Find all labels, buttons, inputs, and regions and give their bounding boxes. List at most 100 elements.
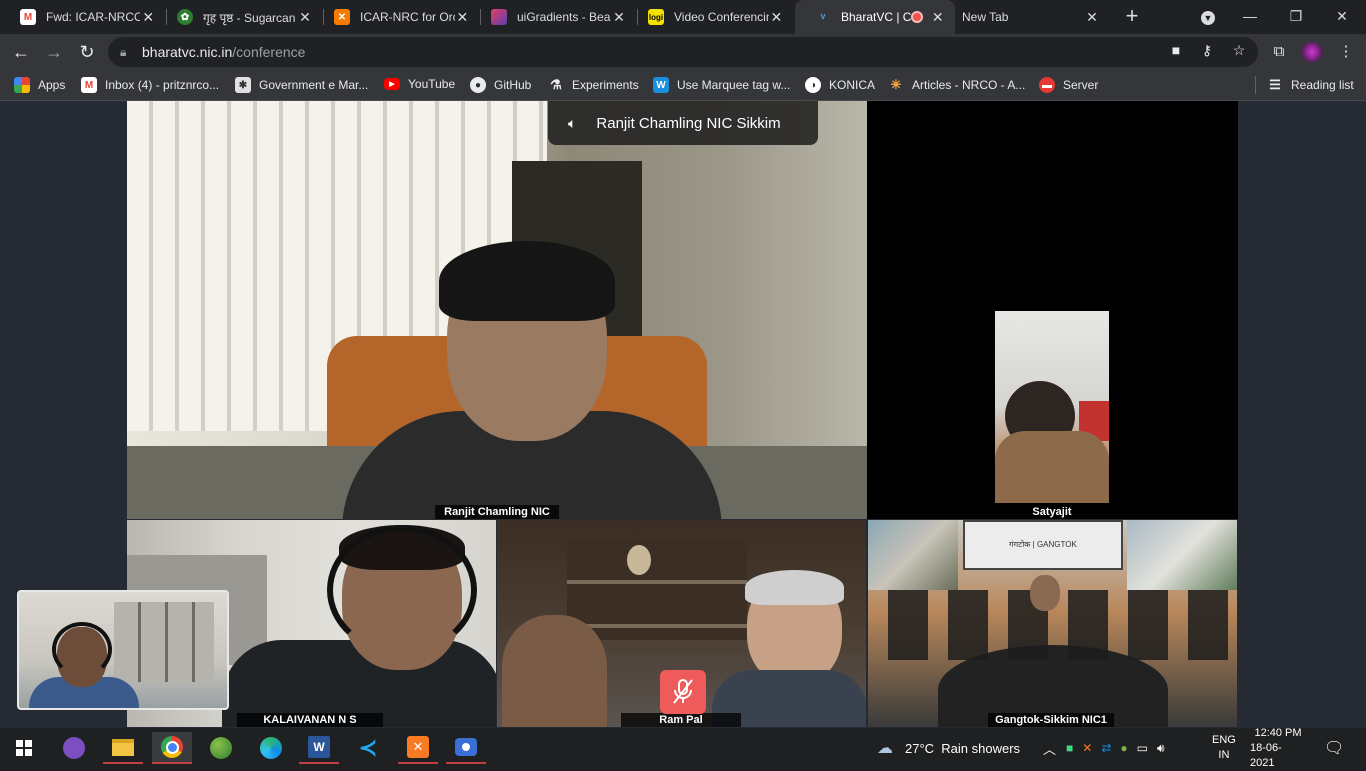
taskbar-chrome[interactable] xyxy=(152,732,192,764)
bookmark-star-icon[interactable]: ☆ xyxy=(1230,42,1248,59)
mural-right xyxy=(1127,520,1237,590)
globe-tray-icon[interactable]: ● xyxy=(1120,741,1127,755)
window-frame xyxy=(114,602,214,682)
tray-overflow-button[interactable]: ︿ xyxy=(1043,728,1056,768)
apps-grid-icon xyxy=(14,77,30,93)
close-tab-icon[interactable]: ✕ xyxy=(611,9,627,26)
taskbar-screen-recorder[interactable] xyxy=(446,732,486,764)
close-tab-icon[interactable]: ✕ xyxy=(931,9,945,26)
active-speaker-name: Ranjit Chamling NIC Sikkim xyxy=(596,114,781,132)
participant-name-label: Gangtok-Sikkim NIC1 xyxy=(988,713,1114,727)
participant-name-label: Ram Pal xyxy=(621,713,741,727)
youtube-icon: ▶ xyxy=(384,78,400,90)
reading-list-button[interactable]: ☰ Reading list xyxy=(1267,77,1354,93)
weather-widget[interactable]: ☁ 27°C Rain showers xyxy=(877,728,1020,768)
bookmark-label: Articles - NRCO - A... xyxy=(912,78,1026,92)
close-tab-icon[interactable]: ✕ xyxy=(140,9,156,26)
tab-icar-nrc[interactable]: ✕ ICAR-NRC for Orc ✕ xyxy=(314,0,480,34)
tab-video-conferencing[interactable]: logi Video Conferencin ✕ xyxy=(628,0,794,34)
person-body xyxy=(995,431,1109,503)
taskbar-vscode[interactable]: ≺ xyxy=(348,732,388,764)
extensions-puzzle-icon[interactable]: ⧉ xyxy=(1267,40,1291,64)
mute-microphone-button[interactable] xyxy=(660,670,706,714)
menu-kebab-icon[interactable]: ⋮ xyxy=(1334,40,1358,64)
close-tab-icon[interactable]: ✕ xyxy=(1084,9,1100,26)
rain-cloud-icon: ☁ xyxy=(877,740,893,757)
close-tab-icon[interactable]: ✕ xyxy=(769,9,784,26)
bookmark-label: YouTube xyxy=(408,77,456,91)
bookmark-label: Use Marquee tag w... xyxy=(677,78,791,92)
new-tab-button[interactable]: + xyxy=(1120,5,1144,29)
camera-in-use-icon[interactable]: ■ xyxy=(1167,42,1185,58)
forward-button[interactable]: → xyxy=(42,40,66,64)
url-text: bharatvc.nic.in/conference xyxy=(142,44,306,60)
tab-title: BharatVC | Co xyxy=(841,10,911,24)
github-desktop-icon xyxy=(63,737,85,759)
bookshelf xyxy=(567,540,747,640)
back-button[interactable]: ← xyxy=(9,40,33,64)
restore-button[interactable]: ❐ xyxy=(1276,0,1316,34)
gmail-icon: M xyxy=(81,77,97,93)
bookmark-label: GitHub xyxy=(494,78,532,92)
language-indicator[interactable]: ENG IN xyxy=(1212,728,1236,768)
self-view-tile[interactable] xyxy=(17,590,229,710)
recording-indicator-icon xyxy=(910,11,923,23)
notifications-button[interactable]: 🗨︎ xyxy=(1324,728,1344,768)
tab-uigradients[interactable]: uiGradients - Bea ✕ xyxy=(471,0,637,34)
network-icon[interactable]: ▭ xyxy=(1137,741,1148,755)
taskbar-xampp[interactable]: ✕ xyxy=(398,732,438,764)
bookmark-marquee[interactable]: W Use Marquee tag w... xyxy=(653,77,790,93)
minimize-button[interactable]: — xyxy=(1230,0,1270,34)
bookmark-label: Inbox (4) - pritznrco... xyxy=(105,78,220,92)
w-icon: W xyxy=(653,77,669,93)
taskbar-github-desktop[interactable] xyxy=(54,732,94,764)
clock-time: 12:40 PM xyxy=(1254,726,1302,739)
video-tile-satyajit[interactable]: Satyajit xyxy=(867,101,1238,519)
lock-icon[interactable]: 🔒︎ xyxy=(120,45,134,60)
tab-gmail[interactable]: M Fwd: ICAR-NRCO ✕ xyxy=(0,0,166,34)
bookmark-server[interactable]: ▬ Server xyxy=(1039,77,1098,93)
clock[interactable]: 12:40 PM 18-06-2021 xyxy=(1250,726,1306,769)
bookmark-label: Experiments xyxy=(572,78,639,92)
bookmark-gem[interactable]: ✱ Government e Mar... xyxy=(235,77,368,93)
start-button[interactable] xyxy=(4,732,44,764)
tab-search-button[interactable]: ▼ xyxy=(1188,0,1228,34)
bookmark-youtube[interactable]: ▶ YouTube xyxy=(384,77,455,91)
bookmark-apps[interactable]: Apps xyxy=(14,77,65,93)
bookmark-articles[interactable]: ✳ Articles - NRCO - A... xyxy=(888,77,1026,93)
region-code: IN xyxy=(1218,749,1230,761)
android-icon[interactable]: ■ xyxy=(1066,741,1073,755)
xampp-tray-icon[interactable]: ✕ xyxy=(1082,741,1092,755)
key-icon[interactable]: ⚷ xyxy=(1198,42,1216,59)
volume-icon[interactable]: 🔊︎ xyxy=(1157,741,1165,756)
tab-bharatvc[interactable]: ᵛ BharatVC | Co ✕ xyxy=(795,0,955,34)
participant-name-label: Satyajit xyxy=(991,505,1113,519)
taskbar-word[interactable]: W xyxy=(299,732,339,764)
gem-icon: ✱ xyxy=(235,77,251,93)
video-tile-main[interactable]: Ranjit Chamling NIC xyxy=(127,101,867,519)
bookmark-konica[interactable]: ◑ KONICA xyxy=(805,77,875,93)
close-tab-icon[interactable]: ✕ xyxy=(455,9,470,26)
close-window-button[interactable]: ✕ xyxy=(1322,0,1362,34)
tab-new-tab[interactable]: New Tab ✕ xyxy=(946,0,1110,34)
chevron-up-icon: ︿ xyxy=(1043,741,1057,757)
teamviewer-icon[interactable]: ⇄ xyxy=(1101,741,1111,755)
taskbar-file-explorer[interactable] xyxy=(103,732,143,764)
tab-sugarcane[interactable]: ✿ गृह पृष्ठ - Sugarcan ✕ xyxy=(157,0,323,34)
profile-avatar[interactable] xyxy=(1302,42,1322,62)
close-tab-icon[interactable]: ✕ xyxy=(297,9,313,26)
video-tile-gangtok[interactable]: गंगटोक | GANGTOK Gangtok-Sikkim NIC1 xyxy=(868,520,1237,727)
bookmark-inbox[interactable]: M Inbox (4) - pritznrco... xyxy=(81,77,219,93)
record-icon xyxy=(455,738,477,756)
address-bar[interactable]: 🔒︎ bharatvc.nic.in/conference xyxy=(108,37,1258,67)
bookmark-label: Server xyxy=(1063,78,1099,92)
chevron-down-icon: ▼ xyxy=(1201,11,1215,25)
taskbar-globe-app[interactable] xyxy=(201,732,241,764)
flask-icon: ⚗ xyxy=(550,77,562,92)
xampp-icon: ✕ xyxy=(334,9,350,25)
reload-button[interactable]: ↻ xyxy=(75,40,99,64)
gangtok-sign-text: गंगटोक | GANGTOK xyxy=(1009,540,1077,549)
taskbar-edge[interactable] xyxy=(251,732,291,764)
bookmark-github[interactable]: ● GitHub xyxy=(470,77,531,93)
bookmark-experiments[interactable]: ⚗ Experiments xyxy=(548,77,639,93)
